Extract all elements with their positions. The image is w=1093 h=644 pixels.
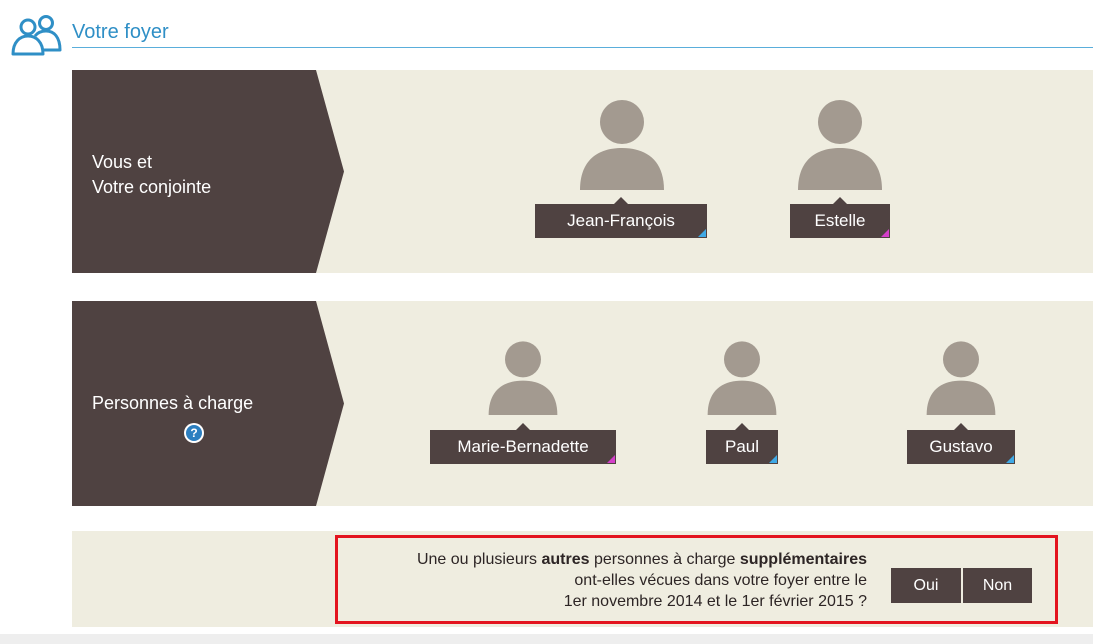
corner-marker-icon xyxy=(607,455,615,463)
household-icon xyxy=(11,15,62,56)
help-icon[interactable]: ? xyxy=(184,423,204,443)
person-name-tag: Gustavo xyxy=(907,423,1015,464)
person-jean-francois[interactable]: Jean-François xyxy=(535,100,707,240)
person-name: Jean-François xyxy=(567,211,675,230)
corner-marker-icon xyxy=(1006,455,1014,463)
corner-marker-icon xyxy=(881,229,889,237)
non-button[interactable]: Non xyxy=(963,568,1032,603)
person-silhouette-icon xyxy=(707,341,777,415)
person-name-tag: Marie-Bernadette xyxy=(430,423,616,464)
section-title: Votre foyer xyxy=(72,21,169,43)
person-silhouette-icon xyxy=(926,341,996,415)
dependents-label-text: Personnes à charge xyxy=(92,393,254,413)
person-paul[interactable]: Paul xyxy=(706,341,778,465)
person-gustavo[interactable]: Gustavo xyxy=(907,341,1015,465)
person-name: Paul xyxy=(724,437,760,456)
household-label-line2: Votre conjointe xyxy=(92,177,212,197)
bottom-strip xyxy=(0,634,1093,644)
question-text: Une ou plusieurs autres personnes à char… xyxy=(307,549,867,612)
corner-marker-icon xyxy=(698,229,706,237)
person-estelle[interactable]: Estelle xyxy=(790,100,890,240)
corner-marker-icon xyxy=(769,455,777,463)
question-line3: 1er novembre 2014 et le 1er février 2015… xyxy=(563,593,867,610)
person-silhouette-icon xyxy=(798,100,882,190)
oui-button[interactable]: Oui xyxy=(891,568,961,603)
title-underline xyxy=(72,47,1093,48)
person-name-tag: Estelle xyxy=(790,197,890,238)
person-name-tag: Paul xyxy=(706,423,778,464)
dependents-label: Personnes à charge ? xyxy=(72,301,344,506)
person-marie-bernadette[interactable]: Marie-Bernadette xyxy=(430,341,616,465)
household-label-line1: Vous et xyxy=(92,152,153,172)
person-silhouette-icon xyxy=(488,341,558,415)
household-label: Vous et Votre conjointe xyxy=(72,70,344,273)
question-highlight-box: Une ou plusieurs autres personnes à char… xyxy=(335,535,1058,624)
person-name: Estelle xyxy=(814,211,866,230)
person-silhouette-icon xyxy=(580,100,664,190)
question-line1: Une ou plusieurs autres personnes à char… xyxy=(416,551,867,568)
person-name: Gustavo xyxy=(929,437,993,456)
person-name: Marie-Bernadette xyxy=(457,437,589,456)
question-line2: ont-elles vécues dans votre foyer entre … xyxy=(574,572,867,589)
household-panel: Vous et Votre conjointe Jean-François Es… xyxy=(72,70,1093,273)
dependents-panel: Personnes à charge ? Marie-Bernadette Pa… xyxy=(72,301,1093,506)
person-name-tag: Jean-François xyxy=(535,197,707,238)
